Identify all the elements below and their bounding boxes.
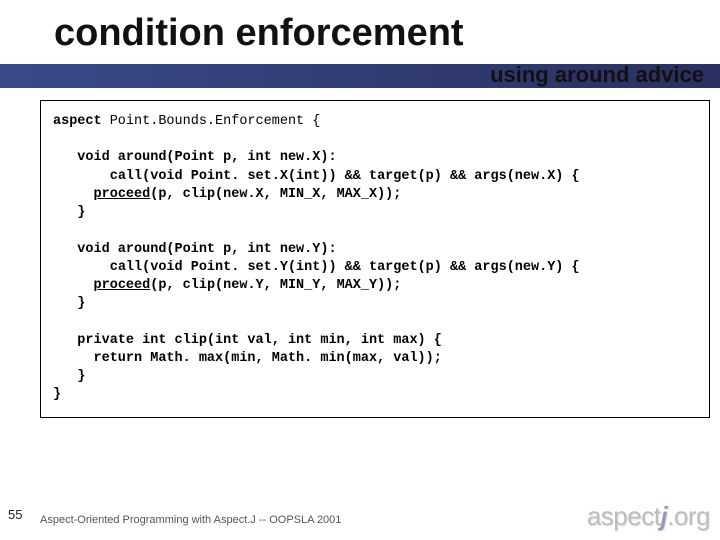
kw-proceed-x: proceed (94, 187, 151, 202)
advice-y-sig: void around(Point p, int new.Y): (53, 242, 337, 257)
proceed-y-indent (53, 278, 94, 293)
aspect-decl: Point.Bounds.Enforcement { (102, 114, 321, 129)
kw-args-y: args (474, 260, 506, 275)
pc-x-1: (void Point. set.X(int)) && (142, 169, 369, 184)
aspect-end: } (53, 387, 61, 402)
advice-y-pc-indent (53, 260, 110, 275)
proceed-x-indent (53, 187, 94, 202)
kw-call-y: call (110, 260, 142, 275)
advice-x-sig: void around(Point p, int new.X): (53, 150, 337, 165)
slide-title: condition enforcement (54, 12, 464, 55)
kw-proceed-y: proceed (94, 278, 151, 293)
proceed-y-args: (p, clip(new.Y, MIN_Y, MAX_Y)); (150, 278, 401, 293)
pc-y-3: (new.Y) { (507, 260, 580, 275)
clip-sig: private int clip(int val, int min, int m… (53, 333, 442, 348)
kw-call-x: call (110, 169, 142, 184)
title-bar: condition enforcement using around advic… (0, 12, 720, 82)
kw-aspect: aspect (53, 114, 102, 129)
advice-x-close: } (53, 205, 85, 220)
code-box: aspect Point.Bounds.Enforcement { void a… (40, 100, 710, 418)
pc-y-1: (void Point. set.Y(int)) && (142, 260, 369, 275)
slide-subtitle: using around advice (490, 62, 704, 88)
page-number: 55 (8, 507, 22, 522)
advice-y-close: } (53, 296, 85, 311)
advice-x-pc-indent (53, 169, 110, 184)
kw-target-y: target (369, 260, 418, 275)
logo: aspectj.org (587, 501, 710, 532)
kw-args-x: args (474, 169, 506, 184)
footer-credit: Aspect-Oriented Programming with Aspect.… (40, 514, 341, 526)
logo-aspect: aspect (587, 501, 661, 531)
pc-x-3: (new.X) { (507, 169, 580, 184)
clip-close: } (53, 369, 85, 384)
pc-y-2: (p) && (418, 260, 475, 275)
clip-body: return Math. max(min, Math. min(max, val… (53, 351, 442, 366)
pc-x-2: (p) && (418, 169, 475, 184)
logo-text: aspectj.org (587, 501, 710, 532)
logo-dotorg: .org (667, 501, 710, 531)
proceed-x-args: (p, clip(new.X, MIN_X, MAX_X)); (150, 187, 401, 202)
kw-target-x: target (369, 169, 418, 184)
